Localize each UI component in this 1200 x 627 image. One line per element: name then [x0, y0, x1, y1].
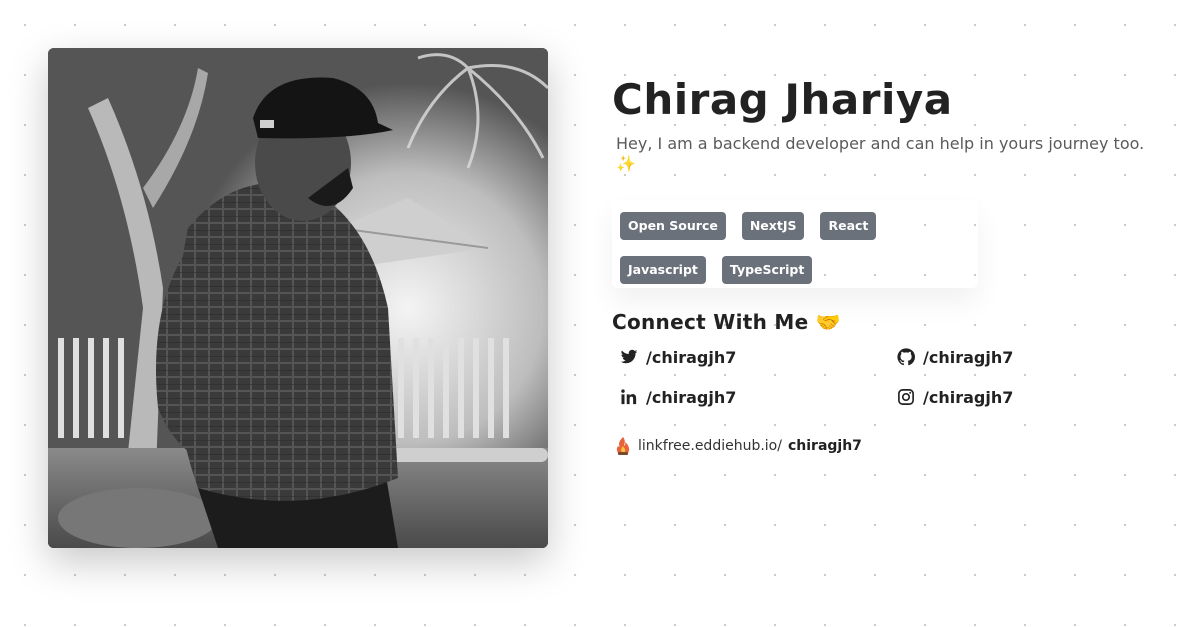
tag-javascript[interactable]: Javascript — [620, 256, 706, 284]
profile-bio: Hey, I am a backend developer and can he… — [616, 134, 1145, 173]
connect-title: Connect With Me 🤝 — [612, 310, 841, 334]
tag-typescript[interactable]: TypeScript — [721, 256, 813, 284]
instagram-icon — [898, 389, 914, 405]
linkfree-link[interactable]: linkfree.eddiehub.io/ chiragjh7 — [612, 436, 1172, 456]
linkedin-icon — [621, 389, 637, 405]
github-handle: /chiragjh7 — [923, 347, 1014, 367]
linkedin-link[interactable]: /chiragjh7 — [620, 386, 897, 408]
instagram-link[interactable]: /chiragjh7 — [897, 386, 1174, 408]
twitter-handle: /chiragjh7 — [646, 347, 737, 367]
tag-nextjs[interactable]: NextJS — [741, 212, 805, 240]
tag-list: Open Source NextJS React Javascript Type… — [612, 200, 978, 288]
github-icon — [897, 348, 915, 366]
twitter-link[interactable]: /chiragjh7 — [620, 346, 897, 368]
tag-open-source[interactable]: Open Source — [620, 212, 726, 240]
tag-react[interactable]: React — [820, 212, 877, 240]
linkedin-handle: /chiragjh7 — [646, 387, 737, 407]
github-link[interactable]: /chiragjh7 — [897, 346, 1174, 368]
profile-info: Chirag Jhariya Hey, I am a backend devel… — [612, 72, 1172, 456]
linkfree-domain: linkfree.eddiehub.io/ — [638, 438, 782, 454]
instagram-handle: /chiragjh7 — [923, 387, 1014, 407]
twitter-icon — [620, 349, 638, 364]
linkfree-logo — [616, 437, 630, 455]
linkfree-handle: chiragjh7 — [787, 438, 862, 454]
profile-name: Chirag Jhariya — [612, 75, 953, 124]
social-links: /chiragjh7 /chiragjh7 /chiragjh7 /chirag… — [612, 346, 1172, 408]
profile-photo — [48, 48, 548, 548]
